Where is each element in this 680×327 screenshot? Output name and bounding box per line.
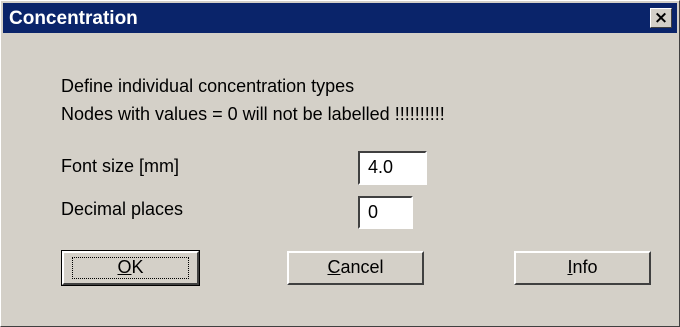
font-size-field[interactable]: 4.0 (358, 151, 427, 185)
info-label-rest: nfo (572, 257, 598, 277)
intro-line-2: Nodes with values = 0 will not be labell… (61, 104, 445, 124)
font-size-label: Font size [mm] (61, 156, 180, 176)
focus-rect (72, 257, 189, 279)
cancel-mnemonic: C (327, 257, 341, 277)
font-size-value: 4.0 (368, 157, 394, 177)
decimal-places-label: Decimal places (61, 199, 184, 219)
ok-button[interactable]: OK (61, 250, 200, 286)
info-button[interactable]: Info (514, 251, 651, 285)
title-bar[interactable]: Concentration × (3, 3, 677, 33)
close-icon: × (653, 8, 669, 28)
cancel-button[interactable]: Cancel (287, 251, 424, 285)
concentration-dialog: Concentration × Define individual concen… (0, 0, 680, 327)
decimal-places-field[interactable]: 0 (358, 196, 413, 229)
cancel-label-rest: ancel (340, 257, 384, 277)
window-title: Concentration (9, 8, 138, 29)
close-button[interactable]: × (650, 8, 672, 28)
decimal-places-value: 0 (368, 202, 379, 222)
intro-line-1: Define individual concentration types (61, 76, 355, 96)
